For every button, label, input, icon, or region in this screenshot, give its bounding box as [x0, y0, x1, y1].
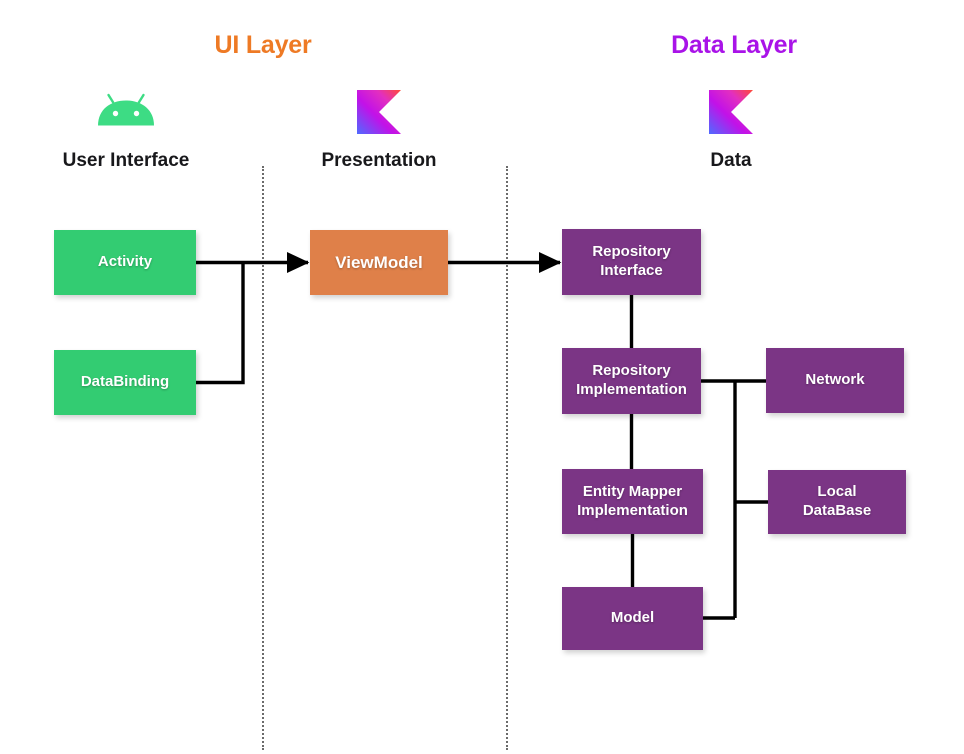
- android-icon: [95, 92, 157, 128]
- connector-databinding-to-viewmodel: [196, 262, 245, 385]
- node-line-1: Entity Mapper: [582, 482, 683, 500]
- node-repository-interface-text: Repository Interface: [592, 243, 670, 281]
- divider-ui-presentation: [262, 166, 264, 750]
- node-entity-mapper-implementation[interactable]: Entity Mapper Implementation: [562, 469, 703, 534]
- node-line-1: Local: [817, 483, 857, 501]
- node-local-database-text: Local DataBase: [803, 483, 871, 521]
- node-network[interactable]: Network: [766, 348, 904, 413]
- kotlin-icon: [357, 90, 401, 134]
- module-label-presentation: Presentation: [321, 150, 437, 171]
- node-activity[interactable]: Activity: [54, 230, 196, 295]
- divider-presentation-data: [506, 166, 508, 750]
- node-repository-implementation-text: Repository Implementation: [576, 362, 687, 400]
- diagram-canvas: UI Layer Data Layer User Interface Prese…: [0, 0, 964, 754]
- ui-layer-title: UI Layer: [214, 31, 312, 59]
- node-repository-implementation[interactable]: Repository Implementation: [562, 348, 701, 414]
- node-line-2: DataBase: [802, 502, 872, 519]
- module-label-user-interface: User Interface: [62, 150, 190, 171]
- data-layer-title: Data Layer: [671, 31, 797, 59]
- node-viewmodel[interactable]: ViewModel: [310, 230, 448, 295]
- node-line-1: Repository: [592, 243, 671, 261]
- node-line-2: Interface: [600, 262, 663, 279]
- node-model[interactable]: Model: [562, 587, 703, 650]
- node-entity-mapper-implementation-text: Entity Mapper Implementation: [577, 483, 688, 521]
- node-repository-interface[interactable]: Repository Interface: [562, 229, 701, 295]
- node-line-2: Implementation: [577, 501, 688, 519]
- node-line-1: Repository: [592, 362, 671, 380]
- node-line-2: Implementation: [576, 381, 687, 398]
- node-databinding[interactable]: DataBinding: [54, 350, 196, 415]
- node-local-database[interactable]: Local DataBase: [768, 470, 906, 534]
- kotlin-icon: [709, 90, 753, 134]
- module-label-data: Data: [710, 150, 752, 171]
